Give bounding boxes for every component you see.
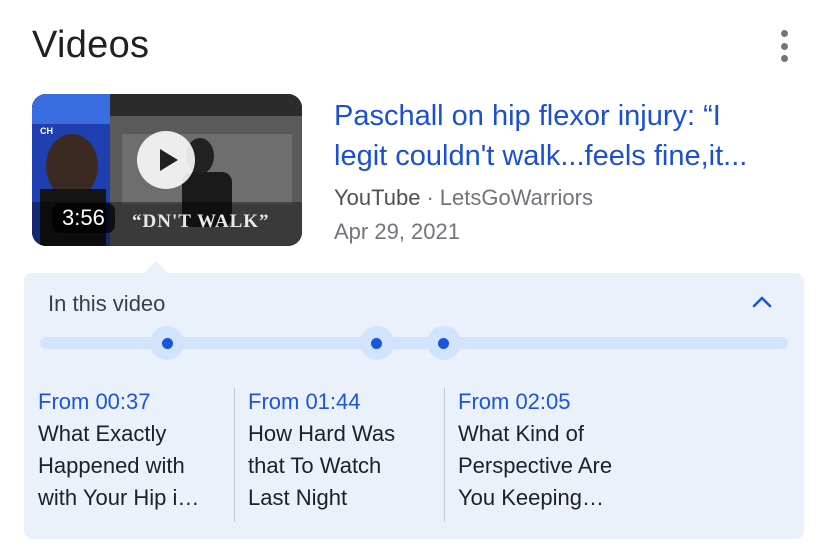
svg-text:“DN'T WALK”: “DN'T WALK” [132,211,270,232]
chapter-title-line: with Your Hip i… [38,485,200,510]
chapter-title-line: What Kind of [458,421,584,446]
chapter-item[interactable]: From 00:37 What Exactly Happened with wi… [38,386,234,522]
chapter-marker[interactable] [359,326,394,360]
video-title-link[interactable]: Paschall on hip flexor injury: “I legit … [334,96,804,176]
chapter-marker-dot [371,337,383,349]
chevron-up-icon[interactable] [750,292,774,310]
chapter-item[interactable]: From 02:05 What Kind of Perspective Are … [458,386,654,522]
panel-title: In this video [48,291,166,316]
panel-pointer [144,261,168,273]
video-title-line: legit couldn't walk...feels fine,it... [334,140,748,172]
chapter-timestamp: From 02:05 [458,389,571,414]
chapter-title-line: What Exactly [38,421,167,446]
chapter-title-line: Perspective Are [458,453,613,478]
chapter-timestamp: From 01:44 [248,389,361,414]
chapter-title-line: that To Watch [248,453,382,478]
section-title: Videos [32,24,150,66]
video-source: YouTube · LetsGoWarriors [334,185,593,211]
duration-badge: 3:56 [52,203,115,233]
chapter-marker[interactable] [150,326,185,360]
more-vert-icon[interactable] [774,30,794,62]
chapter-title-line: Happened with [38,453,185,478]
chapter-marker-dot [438,337,450,349]
chapter-marker[interactable] [426,326,461,360]
video-date: Apr 29, 2021 [334,219,460,244]
chapter-list: From 00:37 What Exactly Happened with wi… [24,386,804,522]
video-title-line: Paschall on hip flexor injury: “I [334,100,721,132]
svg-text:CH: CH [40,126,53,136]
play-icon[interactable] [137,131,195,189]
chapter-item[interactable]: From 01:44 How Hard Was that To Watch La… [248,386,444,522]
source-name: YouTube [334,185,421,210]
chapter-marker-dot [161,337,173,349]
chapter-timestamp: From 00:37 [38,389,151,414]
chapter-title-line: How Hard Was [248,421,396,446]
source-separator: · [426,185,434,210]
channel-name: LetsGoWarriors [439,185,593,210]
chapter-title-line: You Keeping… [458,485,604,510]
chapter-title-line: Last Night [248,485,348,510]
